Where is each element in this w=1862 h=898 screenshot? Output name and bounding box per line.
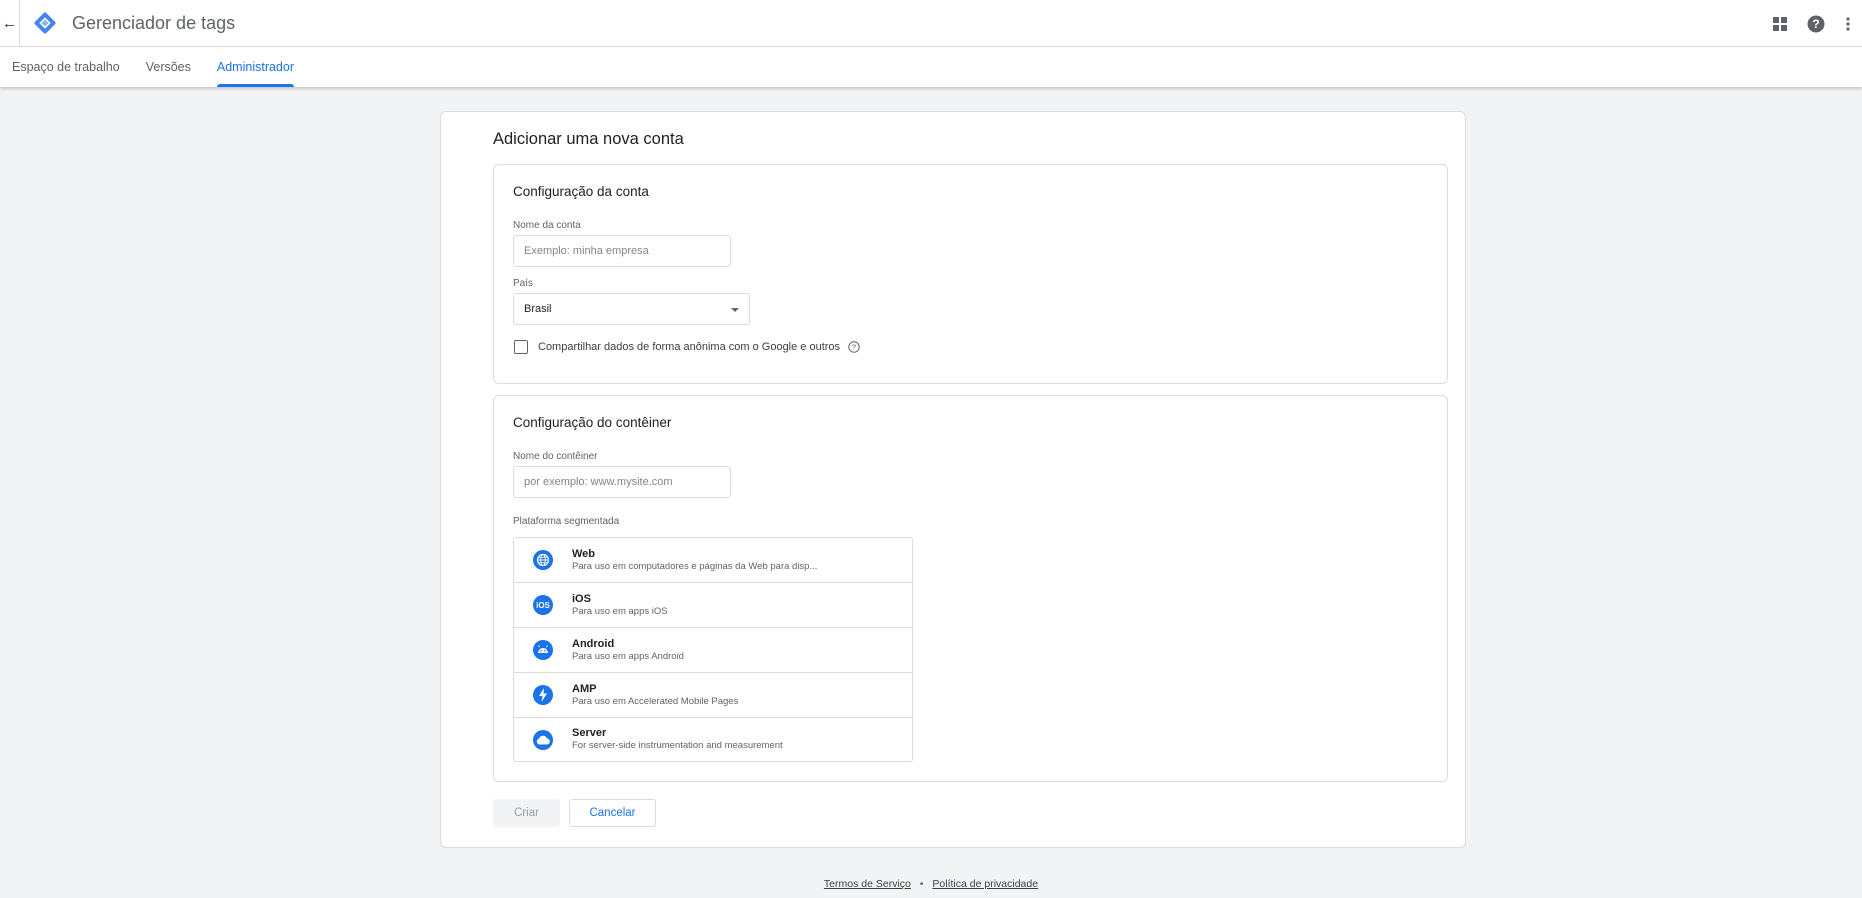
- page-title: Adicionar uma nova conta: [493, 130, 684, 148]
- container-name-input[interactable]: [513, 466, 731, 498]
- platform-description: Para uso em apps Android: [572, 650, 684, 662]
- app-bar: ← Gerenciador de tags ?: [0, 0, 1862, 47]
- platform-label: Plataforma segmentada: [513, 516, 620, 527]
- svg-text:?: ?: [852, 343, 856, 352]
- chevron-down-icon: [731, 308, 739, 312]
- container-config-section: Configuração do contêiner Nome do contêi…: [493, 395, 1448, 782]
- terms-link[interactable]: Termos de Serviço: [824, 878, 911, 890]
- svg-text:?: ?: [1812, 17, 1819, 31]
- help-button[interactable]: ?: [1798, 6, 1834, 42]
- svg-text:iOS: iOS: [536, 601, 550, 610]
- app-title: Gerenciador de tags: [72, 12, 236, 33]
- platform-option-android[interactable]: Android Para uso em apps Android: [514, 628, 912, 673]
- country-label: País: [513, 278, 534, 289]
- back-button[interactable]: ←: [0, 0, 20, 47]
- platform-name: AMP: [572, 682, 597, 695]
- platform-description: Para uso em computadores e páginas da We…: [572, 560, 818, 572]
- appbar-actions: ?: [1762, 0, 1862, 47]
- more-button[interactable]: [1834, 6, 1862, 42]
- account-name-label: Nome da conta: [513, 220, 581, 231]
- ios-icon: iOS: [533, 595, 553, 615]
- country-select[interactable]: Brasil: [513, 293, 750, 325]
- platform-name: Android: [572, 637, 615, 650]
- share-data-row: Compartilhar dados de forma anônima com …: [514, 340, 860, 354]
- globe-icon: [533, 550, 553, 570]
- more-vert-icon: [1846, 16, 1850, 31]
- account-config-title: Configuração da conta: [513, 184, 649, 199]
- platform-description: Para uso em apps iOS: [572, 605, 668, 617]
- container-config-title: Configuração do contêiner: [513, 415, 672, 430]
- platform-option-amp[interactable]: AMP Para uso em Accelerated Mobile Pages: [514, 673, 912, 718]
- platform-name: Web: [572, 547, 596, 560]
- apps-grid-icon: [1773, 16, 1787, 31]
- cancel-button[interactable]: Cancelar: [569, 799, 656, 827]
- account-name-input[interactable]: [513, 235, 731, 267]
- platform-option-web[interactable]: Web Para uso em computadores e páginas d…: [514, 538, 912, 583]
- share-data-checkbox[interactable]: [514, 340, 528, 354]
- new-account-card: Adicionar uma nova conta Configuração da…: [440, 111, 1466, 848]
- tab-admin[interactable]: Administrador: [204, 47, 307, 87]
- help-icon: ?: [1807, 15, 1825, 32]
- tab-bar: Espaço de trabalho Versões Administrador: [0, 47, 1862, 87]
- platform-name: Server: [572, 727, 607, 739]
- create-button[interactable]: Criar: [493, 799, 560, 827]
- platform-name: iOS: [572, 592, 591, 605]
- footer-separator: •: [919, 878, 924, 890]
- cloud-icon: [533, 729, 553, 750]
- apps-button[interactable]: [1762, 6, 1798, 42]
- platform-description: For server-side instrumentation and meas…: [572, 740, 783, 751]
- tag-manager-logo-icon: [32, 10, 58, 36]
- arrow-back-icon: ←: [2, 14, 17, 32]
- platform-list: Web Para uso em computadores e páginas d…: [513, 537, 913, 762]
- footer: Termos de Serviço • Política de privacid…: [0, 878, 1862, 890]
- platform-description: Para uso em Accelerated Mobile Pages: [572, 695, 739, 707]
- privacy-link[interactable]: Política de privacidade: [932, 878, 1038, 890]
- amp-bolt-icon: [533, 685, 553, 705]
- platform-option-ios[interactable]: iOS iOS Para uso em apps iOS: [514, 583, 912, 628]
- tab-versions[interactable]: Versões: [133, 47, 204, 87]
- platform-option-server[interactable]: Server For server-side instrumentation a…: [514, 718, 912, 761]
- android-icon: [533, 640, 553, 660]
- share-data-label: Compartilhar dados de forma anônima com …: [538, 341, 841, 353]
- help-outline-icon[interactable]: ?: [848, 341, 860, 353]
- account-config-section: Configuração da conta Nome da conta País…: [493, 164, 1448, 384]
- country-value: Brasil: [524, 303, 552, 315]
- tab-workspace[interactable]: Espaço de trabalho: [12, 47, 133, 87]
- container-name-label: Nome do contêiner: [513, 451, 598, 462]
